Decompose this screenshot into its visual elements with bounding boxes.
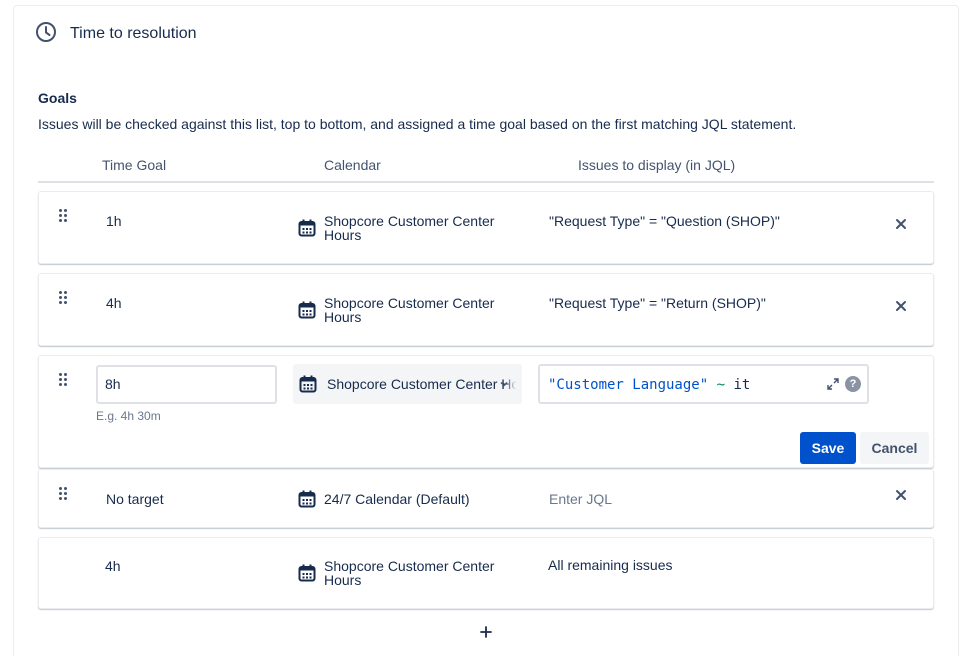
jql-placeholder[interactable]: Enter JQL	[549, 492, 612, 506]
calendar-icon	[299, 375, 317, 393]
calendar-icon	[298, 301, 316, 319]
calendar-select[interactable]: Shopcore Customer Center Hours	[293, 364, 522, 404]
drag-handle-icon[interactable]	[59, 487, 67, 501]
jql-input[interactable]: "Customer Language" ~ it ?	[538, 364, 869, 404]
calendar-select-value: Shopcore Customer Center Hours	[327, 376, 522, 392]
calendar-name[interactable]: Shopcore Customer Center	[324, 214, 494, 228]
calendar-name-line-2[interactable]: Hours	[324, 573, 361, 587]
jql-value-token: it	[733, 377, 751, 393]
goals-heading: Goals	[38, 90, 77, 106]
jql-operator-token: ~	[716, 377, 726, 393]
time-goal-hint: E.g. 4h 30m	[96, 409, 161, 423]
save-button[interactable]: Save	[800, 432, 856, 464]
time-goal-value[interactable]: 4h	[106, 296, 122, 310]
calendar-icon	[298, 219, 316, 237]
header-divider	[38, 181, 934, 183]
jql-statement: All remaining issues	[548, 557, 673, 573]
add-goal-icon[interactable]	[478, 624, 494, 640]
calendar-icon	[298, 490, 316, 508]
panel-title: Time to resolution	[70, 25, 197, 42]
column-header-calendar: Calendar	[324, 157, 381, 173]
delete-row-icon[interactable]	[894, 488, 908, 502]
calendar-name[interactable]: 24/7 Calendar (Default)	[324, 492, 470, 506]
delete-row-icon[interactable]	[894, 217, 908, 231]
jql-statement[interactable]: "Request Type" = "Return (SHOP)"	[549, 296, 766, 310]
expand-icon[interactable]	[827, 378, 839, 390]
calendar-icon	[298, 564, 316, 582]
calendar-name-line-2[interactable]: Hours	[324, 228, 361, 242]
time-goal-value[interactable]: 4h	[105, 559, 121, 573]
column-header-time-goal: Time Goal	[102, 157, 167, 173]
calendar-name[interactable]: Shopcore Customer Center	[324, 296, 494, 310]
drag-handle-icon[interactable]	[59, 373, 67, 387]
calendar-name-line-2[interactable]: Hours	[324, 310, 361, 324]
drag-handle-icon[interactable]	[59, 291, 67, 305]
drag-handle-icon[interactable]	[59, 209, 67, 223]
jql-statement[interactable]: "Request Type" = "Question (SHOP)"	[549, 214, 780, 228]
time-goal-input[interactable]: 8h	[96, 365, 277, 404]
goals-description: Issues will be checked against this list…	[38, 116, 797, 132]
chevron-down-icon[interactable]	[500, 380, 508, 388]
clock-icon	[36, 22, 56, 42]
delete-row-icon[interactable]	[894, 299, 908, 313]
time-goal-value[interactable]: 1h	[106, 214, 122, 228]
calendar-name[interactable]: Shopcore Customer Center	[324, 559, 494, 573]
goal-row	[38, 469, 934, 528]
time-goal-value[interactable]: No target	[106, 492, 164, 506]
help-icon[interactable]: ?	[845, 376, 861, 392]
jql-field-token: "Customer Language"	[548, 377, 709, 393]
cancel-button[interactable]: Cancel	[860, 432, 929, 464]
jql-code: "Customer Language" ~ it	[548, 377, 750, 393]
column-header-issues: Issues to display (in JQL)	[578, 157, 736, 173]
